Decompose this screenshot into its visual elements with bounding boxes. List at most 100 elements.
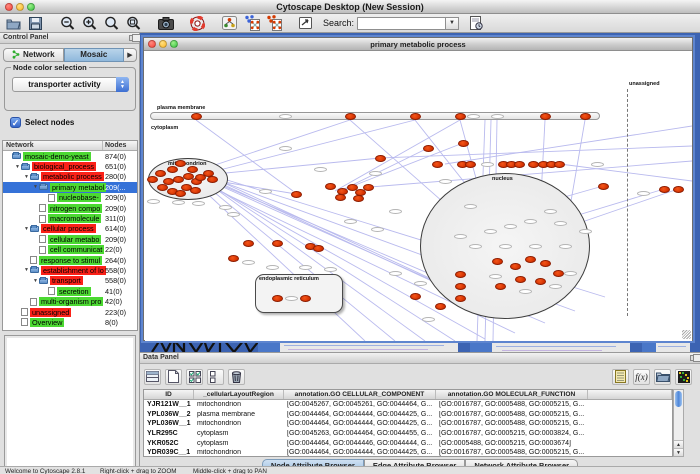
network-node[interactable] (187, 166, 198, 173)
network-node[interactable] (455, 271, 466, 278)
network-node[interactable] (157, 184, 168, 191)
unselect-all-attributes-icon[interactable] (207, 369, 224, 385)
tab-mosaic[interactable]: Mosaic (64, 48, 125, 62)
open-folder-icon[interactable] (654, 369, 671, 385)
network-node[interactable] (510, 263, 521, 270)
expander-icon[interactable]: ▼ (14, 164, 21, 170)
tree-row[interactable]: cellular metabo209(0) (3, 234, 137, 244)
network-node[interactable] (580, 113, 591, 120)
expander-icon[interactable]: ▼ (23, 226, 30, 232)
network-node-unhighlighted[interactable] (422, 317, 435, 322)
network-node-unhighlighted[interactable] (192, 201, 205, 206)
network-node[interactable] (291, 191, 302, 198)
table-row[interactable]: YKR052Ccytoplasm[GO:0044464, GO:0044446,… (144, 438, 672, 448)
search-options-icon[interactable] (467, 15, 484, 31)
network-node-unhighlighted[interactable] (504, 224, 517, 229)
new-attribute-icon[interactable] (165, 369, 182, 385)
network-node-unhighlighted[interactable] (299, 265, 312, 270)
tree-row[interactable]: nitrogen compo209(0) (3, 203, 137, 213)
function-builder-icon[interactable]: f(x) (633, 369, 650, 385)
attribute-table-icon[interactable] (144, 369, 161, 385)
network-node-unhighlighted[interactable] (172, 200, 185, 205)
tree-row[interactable]: ▼establishment of lo558(0) (3, 265, 137, 275)
network-node[interactable] (191, 113, 202, 120)
save-icon[interactable] (27, 15, 44, 31)
network-window-titlebar[interactable]: primary metabolic process (144, 38, 692, 51)
table-vertical-scrollbar[interactable]: ▲ ▼ (673, 389, 684, 457)
network-node-unhighlighted[interactable] (544, 209, 557, 214)
network-node[interactable] (410, 293, 421, 300)
network-node-unhighlighted[interactable] (564, 271, 577, 276)
network-node[interactable] (353, 195, 364, 202)
zoom-in-icon[interactable] (81, 15, 98, 31)
network-node-unhighlighted[interactable] (242, 260, 255, 265)
zoom-out-icon[interactable] (59, 15, 76, 31)
node-color-dropdown[interactable]: transporter activity ▲▼ (12, 77, 129, 92)
network-node-unhighlighted[interactable] (591, 162, 604, 167)
help-icon[interactable] (189, 15, 206, 31)
network-node-unhighlighted[interactable] (389, 209, 402, 214)
region-unassigned[interactable] (627, 89, 628, 316)
tree-row[interactable]: multi-organism pro42(0) (3, 296, 137, 306)
network-node-unhighlighted[interactable] (227, 212, 240, 217)
expander-icon[interactable]: ▼ (32, 278, 39, 284)
tree-row[interactable]: ▼transport558(0) (3, 276, 137, 286)
network-node[interactable] (540, 113, 551, 120)
import-attributes-icon[interactable] (612, 369, 629, 385)
more-tabs-arrow-icon[interactable]: ▶ (124, 48, 137, 62)
network-node-unhighlighted[interactable] (285, 296, 298, 301)
network-node-unhighlighted[interactable] (554, 221, 567, 226)
network-node[interactable] (553, 270, 564, 277)
network-node[interactable] (515, 276, 526, 283)
network-node[interactable] (325, 183, 336, 190)
select-all-attributes-icon[interactable] (186, 369, 203, 385)
network-node-unhighlighted[interactable] (147, 199, 160, 204)
network-node[interactable] (659, 186, 670, 193)
background-window[interactable] (258, 341, 458, 352)
table-row[interactable]: YPL036W__1mitochondrion[GO:0044464, GO:0… (144, 419, 672, 429)
tree-row[interactable]: ▼primary metabol209(... (3, 182, 137, 192)
network-node[interactable] (147, 176, 158, 183)
tree-row[interactable]: mosaic-demo-yeast874(0) (3, 151, 137, 161)
vizmapper-icon[interactable] (221, 15, 238, 31)
network-node[interactable] (432, 161, 443, 168)
tab-network[interactable]: Network (3, 48, 64, 62)
matrix-icon[interactable] (675, 369, 692, 385)
annotation-icon[interactable] (297, 15, 314, 31)
tree-row[interactable]: unassigned223(0) (3, 307, 137, 317)
expander-icon[interactable]: ▼ (23, 174, 30, 180)
scroll-up-icon[interactable]: ▲ (674, 440, 683, 448)
network-node-unhighlighted[interactable] (491, 114, 504, 119)
network-node-unhighlighted[interactable] (279, 114, 292, 119)
resize-grip[interactable] (682, 330, 691, 339)
table-row[interactable]: YDR039C__1mitochondrion[GO:0044464, GO:0… (144, 448, 672, 457)
tree-row[interactable]: ▼cellular process614(0) (3, 224, 137, 234)
table-row[interactable]: YJR121W__1mitochondrion[GO:0045267, GO:0… (144, 400, 672, 410)
new-network-from-selected-edges-icon[interactable] (265, 15, 282, 31)
tree-row[interactable]: ▼metabolic process280(0) (3, 172, 137, 182)
network-node-unhighlighted[interactable] (549, 284, 562, 289)
search-dropdown-icon[interactable]: ▼ (445, 17, 459, 30)
network-node-unhighlighted[interactable] (439, 179, 452, 184)
network-node[interactable] (458, 140, 469, 147)
network-canvas[interactable]: plasma membranemitochondrionnucleusendop… (145, 51, 692, 341)
network-node[interactable] (190, 187, 201, 194)
network-node[interactable] (335, 194, 346, 201)
column-id[interactable]: ID (144, 390, 194, 399)
network-node[interactable] (525, 256, 536, 263)
network-node[interactable] (272, 295, 283, 302)
network-node[interactable] (345, 113, 356, 120)
network-node[interactable] (535, 278, 546, 285)
zoom-selected-icon[interactable] (103, 15, 120, 31)
network-node-unhighlighted[interactable] (389, 271, 402, 276)
open-icon[interactable] (5, 15, 22, 31)
network-node-unhighlighted[interactable] (454, 234, 467, 239)
tree-row[interactable]: ▼biological_process651(0) (3, 161, 137, 171)
new-network-from-selected-nodes-icon[interactable] (243, 15, 260, 31)
float-panel-icon[interactable] (690, 355, 697, 361)
network-node-unhighlighted[interactable] (481, 162, 494, 167)
network-node-unhighlighted[interactable] (469, 244, 482, 249)
tree-row[interactable]: response to stimul264(0) (3, 255, 137, 265)
snapshot-icon[interactable] (157, 15, 174, 31)
scroll-down-icon[interactable]: ▼ (674, 448, 683, 456)
